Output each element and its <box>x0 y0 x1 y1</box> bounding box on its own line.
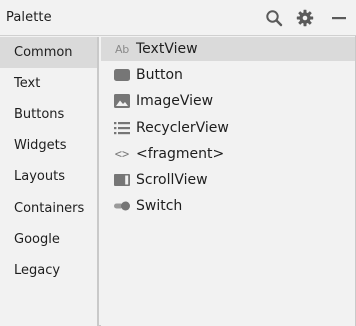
category-label: Legacy <box>14 263 61 278</box>
scrollview-icon <box>113 172 131 188</box>
item-label: Switch <box>136 198 183 214</box>
category-label: Buttons <box>14 107 65 122</box>
textview-icon: Ab <box>113 41 131 57</box>
category-common[interactable]: Common <box>0 37 97 68</box>
item-label: TextView <box>136 41 198 57</box>
panel-title: Palette <box>6 10 52 25</box>
item-label: ImageView <box>136 93 214 109</box>
category-label: Google <box>14 232 60 247</box>
category-label: Layouts <box>14 169 65 184</box>
button-icon <box>113 67 131 83</box>
category-list: Common Text Buttons Widgets Layouts Cont… <box>0 37 99 326</box>
search-icon <box>266 10 283 27</box>
item-label: <fragment> <box>136 146 225 162</box>
settings-button[interactable] <box>294 7 316 29</box>
textview-icon-glyph: Ab <box>115 42 129 56</box>
category-layouts[interactable]: Layouts <box>0 161 97 192</box>
palette-header: Palette <box>0 0 356 36</box>
list-item-imageview[interactable]: ImageView <box>101 89 355 113</box>
category-label: Widgets <box>14 138 67 153</box>
palette-panel: Palette Common Text Buttons Widgets Layo… <box>0 0 356 326</box>
list-item-recyclerview[interactable]: RecyclerView <box>101 116 355 140</box>
list-item-button[interactable]: Button <box>101 63 355 87</box>
item-label: Button <box>136 67 183 83</box>
category-widgets[interactable]: Widgets <box>0 130 97 161</box>
list-item-textview[interactable]: Ab TextView <box>101 37 355 61</box>
category-containers[interactable]: Containers <box>0 193 97 224</box>
minimize-button[interactable] <box>328 7 350 29</box>
category-text[interactable]: Text <box>0 68 97 99</box>
code-brackets-icon: <> <box>113 146 131 162</box>
widget-list: Ab TextView Button ImageView RecyclerVie… <box>101 37 355 326</box>
item-label: RecyclerView <box>136 120 229 136</box>
image-icon <box>113 93 131 109</box>
category-label: Text <box>14 76 41 91</box>
list-item-switch[interactable]: Switch <box>101 194 355 218</box>
category-label: Containers <box>14 201 85 216</box>
gear-icon <box>296 9 314 27</box>
category-legacy[interactable]: Legacy <box>0 255 97 286</box>
list-item-fragment[interactable]: <> <fragment> <box>101 142 355 166</box>
category-buttons[interactable]: Buttons <box>0 99 97 130</box>
search-button[interactable] <box>263 7 285 29</box>
category-google[interactable]: Google <box>0 224 97 255</box>
item-label: ScrollView <box>136 172 208 188</box>
code-brackets-glyph: <> <box>114 147 130 161</box>
list-icon <box>113 120 131 136</box>
list-item-scrollview[interactable]: ScrollView <box>101 168 355 192</box>
minimize-icon <box>332 17 346 20</box>
switch-icon <box>113 198 131 214</box>
category-label: Common <box>14 45 73 60</box>
